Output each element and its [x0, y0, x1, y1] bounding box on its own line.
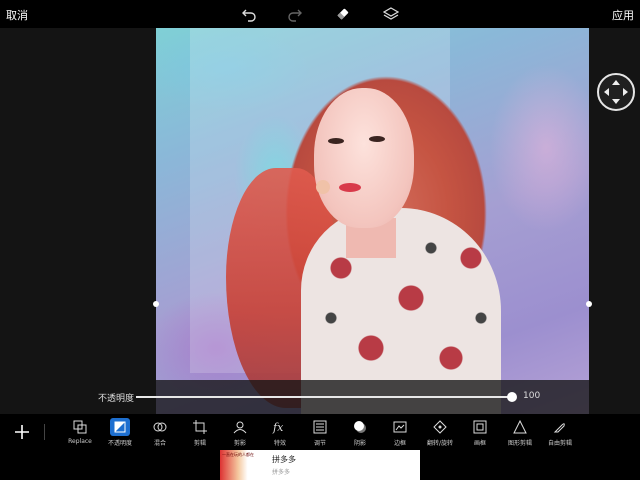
resize-handle-right[interactable] [586, 301, 592, 307]
tool-border[interactable]: 边框 [380, 418, 420, 450]
tool-silhouette[interactable]: 剪影 [220, 418, 260, 450]
top-bar: 取消 应用 [0, 0, 640, 28]
tool-adjust[interactable]: 调节 [300, 418, 340, 450]
arrows-icon [604, 80, 628, 104]
opacity-slider-thumb[interactable] [507, 392, 517, 402]
photo-eye-right [369, 136, 385, 142]
adjust-icon [310, 418, 330, 436]
eraser-icon[interactable] [334, 5, 352, 23]
border-icon [390, 418, 410, 436]
ad-title: 拼多多 [272, 455, 296, 464]
redo-icon[interactable] [286, 5, 304, 23]
ad-subtitle: 拼多多 [272, 469, 291, 476]
opacity-icon [110, 418, 130, 436]
bottom-toolbar: Replace 不透明度 混合 剪辑 剪影 fx 特效 调节 阴影 边框 翻转/… [0, 414, 640, 450]
fx-icon: fx [270, 418, 290, 436]
tool-shadow[interactable]: 阴影 [340, 418, 380, 450]
plus-icon [15, 425, 29, 439]
cancel-button[interactable]: 取消 [6, 7, 28, 23]
toolbar-divider [44, 424, 45, 440]
frame-icon [470, 418, 490, 436]
ad-thumbnail: 一直在玩的人都在 [220, 450, 266, 480]
undo-icon[interactable] [240, 5, 258, 23]
silhouette-icon [230, 418, 250, 436]
free-crop-icon [550, 418, 570, 436]
svg-text:fx: fx [272, 421, 284, 434]
crop-icon [190, 418, 210, 436]
resize-handle-left[interactable] [153, 301, 159, 307]
ad-area: 一直在玩的人都在 拼多多 拼多多 [0, 450, 640, 480]
opacity-slider-track[interactable] [136, 396, 512, 398]
canvas-workspace [0, 28, 640, 414]
flip-rotate-icon [430, 418, 450, 436]
tool-replace[interactable]: Replace [60, 418, 100, 450]
photo-eye-left [328, 138, 344, 144]
photo-layer[interactable] [156, 28, 589, 414]
tool-fx[interactable]: fx 特效 [260, 418, 300, 450]
blend-icon [150, 418, 170, 436]
apply-button[interactable]: 应用 [612, 7, 634, 23]
photo-headset-mic [316, 180, 330, 194]
tool-frame[interactable]: 画框 [460, 418, 500, 450]
tool-flip-rotate[interactable]: 翻转/旋转 [420, 418, 460, 450]
move-joystick[interactable] [597, 73, 635, 111]
tool-shape-crop[interactable]: 图形剪辑 [500, 418, 540, 450]
tool-blend[interactable]: 混合 [140, 418, 180, 450]
tool-opacity[interactable]: 不透明度 [100, 418, 140, 450]
ad-banner[interactable]: 一直在玩的人都在 拼多多 拼多多 [220, 450, 420, 480]
photo-face [314, 88, 414, 228]
replace-icon [70, 418, 90, 436]
opacity-label: 不透明度 [98, 394, 135, 404]
tool-free-crop[interactable]: 自由剪辑 [540, 418, 580, 450]
shape-crop-icon [510, 418, 530, 436]
layers-icon[interactable] [382, 5, 400, 23]
tool-crop[interactable]: 剪辑 [180, 418, 220, 450]
opacity-value: 100 [523, 391, 541, 401]
shadow-icon [350, 418, 370, 436]
opacity-slider-row: 不透明度 100 [0, 380, 640, 414]
add-button[interactable] [12, 422, 32, 442]
photo-lips [339, 183, 361, 192]
